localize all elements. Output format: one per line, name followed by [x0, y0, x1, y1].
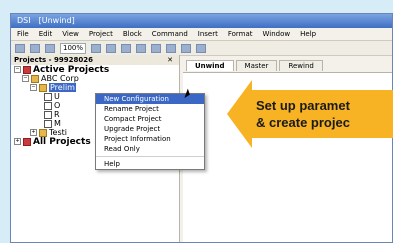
open-icon[interactable]	[15, 43, 25, 53]
screenshot: DSI [Unwind] File Edit View Project Bloc…	[0, 0, 393, 243]
expand-icon[interactable]: +	[14, 138, 21, 145]
tab-master[interactable]: Master	[235, 60, 278, 71]
tree-item-abc-corp[interactable]: − ABC Corp	[14, 74, 179, 83]
zoom-out-icon[interactable]	[45, 43, 55, 53]
database-icon	[23, 137, 31, 146]
app-title: DSI	[17, 16, 31, 25]
arrow-icon	[227, 80, 252, 148]
folder-icon	[39, 128, 47, 137]
table-icon[interactable]	[151, 43, 162, 53]
panel-header: Projects - 99928026 ✕	[11, 55, 179, 65]
callout: Set up paramet & create projec	[227, 80, 393, 148]
document-icon	[44, 119, 52, 128]
layout-icon[interactable]	[121, 43, 132, 53]
menu-item-rename-project[interactable]: Rename Project	[96, 104, 204, 114]
zoom-in-icon[interactable]	[91, 43, 102, 53]
menu-separator	[96, 156, 204, 157]
document-icon	[44, 110, 52, 119]
panel-title: Projects - 99928026	[14, 56, 93, 64]
folder-icon	[39, 83, 47, 92]
collapse-icon[interactable]: −	[30, 84, 37, 91]
callout-line-1: Set up paramet	[256, 98, 350, 113]
collapse-icon[interactable]: −	[14, 66, 21, 73]
document-icon	[44, 92, 52, 101]
menu-block[interactable]: Block	[123, 30, 142, 38]
collapse-icon[interactable]: −	[22, 75, 29, 82]
chart-icon[interactable]	[136, 43, 147, 53]
expand-icon[interactable]: +	[30, 129, 37, 136]
callout-line-2: & create projec	[256, 115, 350, 130]
block-icon[interactable]	[166, 43, 177, 53]
tab-unwind[interactable]: Unwind	[186, 60, 234, 71]
menu-project[interactable]: Project	[89, 30, 113, 38]
menu-view[interactable]: View	[62, 30, 79, 38]
document-title: [Unwind]	[38, 16, 75, 25]
menu-item-compact-project[interactable]: Compact Project	[96, 114, 204, 124]
title-bar: DSI [Unwind]	[11, 14, 392, 28]
menu-item-read-only[interactable]: Read Only	[96, 144, 204, 154]
menu-help[interactable]: Help	[300, 30, 316, 38]
document-tabs: Unwind Master Rewind	[186, 60, 323, 71]
menu-file[interactable]: File	[17, 30, 29, 38]
menu-insert[interactable]: Insert	[198, 30, 218, 38]
tree-item-selected-project[interactable]: − Prelim	[14, 83, 179, 92]
folder-icon	[31, 74, 39, 83]
document-icon	[44, 101, 52, 110]
menu-window[interactable]: Window	[263, 30, 291, 38]
shape-icon[interactable]	[196, 43, 207, 53]
tree-item-active-projects[interactable]: − Active Projects	[14, 65, 179, 75]
tab-rewind[interactable]: Rewind	[279, 60, 323, 71]
menu-item-project-information[interactable]: Project Information	[96, 134, 204, 144]
toolbar: 100%	[11, 41, 392, 56]
grid-icon[interactable]	[106, 43, 117, 53]
menu-bar: File Edit View Project Block Command Ins…	[11, 28, 392, 41]
save-icon[interactable]	[30, 43, 40, 53]
menu-item-upgrade-project[interactable]: Upgrade Project	[96, 124, 204, 134]
menu-command[interactable]: Command	[152, 30, 188, 38]
callout-box: Set up paramet & create projec	[252, 90, 393, 138]
menu-item-help[interactable]: Help	[96, 159, 204, 169]
context-menu: New Configuration Rename Project Compact…	[95, 93, 205, 170]
zoom-select[interactable]: 100%	[60, 42, 87, 54]
menu-edit[interactable]: Edit	[39, 30, 53, 38]
close-icon[interactable]: ✕	[167, 55, 173, 65]
database-icon	[23, 65, 31, 74]
line-icon[interactable]	[181, 43, 192, 53]
menu-format[interactable]: Format	[228, 30, 253, 38]
